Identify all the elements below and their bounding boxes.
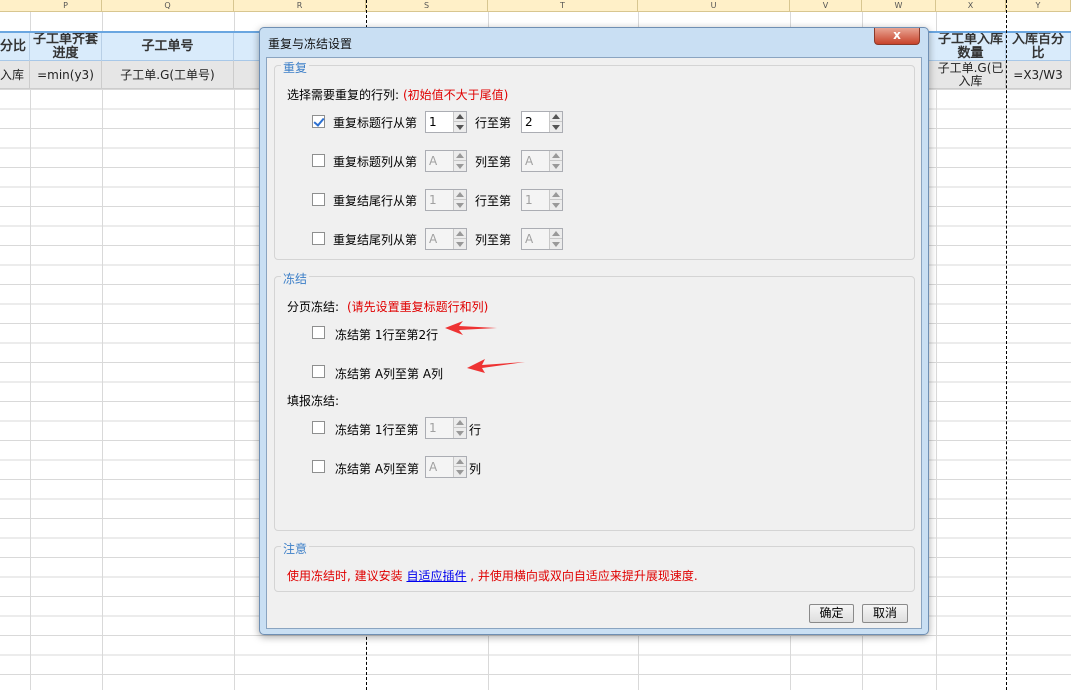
col-letter[interactable]: R [234, 0, 366, 12]
checkbox-page-freeze-rows[interactable] [312, 326, 325, 339]
option-mid-label: 行至第 [475, 116, 512, 130]
page-break-line [1006, 0, 1007, 690]
to-stepper[interactable]: A [521, 228, 563, 250]
from-stepper[interactable]: 1 [425, 189, 467, 211]
col-letter[interactable]: T [488, 0, 638, 12]
option-label: 重复结尾列从第 [333, 233, 418, 247]
fill-freeze-cols-label: 冻结第 A列至第 [335, 462, 420, 476]
repeat-hint: (初始值不大于尾值) [403, 88, 509, 102]
option-mid-label: 列至第 [475, 233, 512, 247]
note-group: 注意 使用冻结时, 建议安装 自适应插件 , 并使用横向或双向自适应来提升展现速… [274, 540, 915, 592]
freeze-group: 冻结 分页冻结: (请先设置重复标题行和列) 冻结第 1行至第2行 冻结第 A列… [274, 270, 915, 531]
table-cell[interactable]: =min(y3) [30, 61, 102, 89]
dialog-title: 重复与冻结设置 [268, 37, 353, 51]
checkbox-repeat-title-rows[interactable] [312, 115, 325, 128]
option-mid-label: 列至第 [475, 155, 512, 169]
checkbox-repeat-tail-rows[interactable] [312, 193, 325, 206]
fill-freeze-rows-label: 冻结第 1行至第 [335, 423, 419, 437]
table-cell[interactable]: 子工单.G(工单号) [102, 61, 234, 89]
to-stepper[interactable]: A [521, 150, 563, 172]
page-freeze-rows-label: 冻结第 1行至第2行 [335, 328, 439, 342]
fill-freeze-cols-suffix: 列 [469, 462, 482, 476]
col-letter[interactable]: W [862, 0, 936, 12]
table-header-cell[interactable]: 入库百分比 [1006, 33, 1071, 61]
dialog-titlebar[interactable]: 重复与冻结设置 x [260, 28, 928, 56]
page-freeze-hint: (请先设置重复标题行和列) [347, 300, 489, 314]
table-cell[interactable]: 入库 [0, 61, 30, 89]
dialog-body: 重复 选择需要重复的行列: (初始值不大于尾值) 重复标题行从第 1 行至第 2… [266, 57, 922, 629]
table-header-cell[interactable]: 子工单齐套进度 [30, 33, 102, 61]
repeat-group: 重复 选择需要重复的行列: (初始值不大于尾值) 重复标题行从第 1 行至第 2… [274, 59, 915, 260]
from-stepper[interactable]: A [425, 228, 467, 250]
col-letter[interactable]: X [936, 0, 1006, 12]
page-freeze-label: 分页冻结: [287, 300, 340, 314]
note-text: 使用冻结时, 建议安装 自适应插件 , 并使用横向或双向自适应来提升展现速度. [287, 569, 698, 583]
fill-freeze-rows-suffix: 行 [469, 423, 482, 437]
col-letter[interactable]: U [638, 0, 790, 12]
fill-freeze-cols-stepper[interactable]: A [425, 456, 467, 478]
checkbox-repeat-title-cols[interactable] [312, 154, 325, 167]
cancel-button[interactable]: 取消 [862, 604, 908, 623]
checkbox-fill-freeze-cols[interactable] [312, 460, 325, 473]
red-arrow-icon [467, 359, 525, 373]
repeat-prompt: 选择需要重复的行列: [287, 88, 400, 102]
page-freeze-cols-label: 冻结第 A列至第 A列 [335, 367, 444, 381]
col-letter[interactable]: Q [102, 0, 234, 12]
checkbox-page-freeze-cols[interactable] [312, 365, 325, 378]
adaptive-plugin-link[interactable]: 自适应插件 [406, 569, 466, 583]
col-letter[interactable]: S [366, 0, 488, 12]
col-letter[interactable]: V [790, 0, 862, 12]
table-header-cell[interactable]: 子工单入库数量 [936, 33, 1006, 61]
option-label: 重复标题行从第 [333, 116, 418, 130]
column-header-row: P Q R S T U V W X Y [0, 0, 1071, 12]
red-arrow-icon [445, 321, 497, 335]
checkbox-repeat-tail-cols[interactable] [312, 232, 325, 245]
table-header-cell[interactable]: 分比 [0, 33, 30, 61]
close-button[interactable]: x [874, 28, 920, 45]
to-stepper[interactable]: 2 [521, 111, 563, 133]
ok-button[interactable]: 确定 [809, 604, 854, 623]
from-stepper[interactable]: A [425, 150, 467, 172]
option-mid-label: 行至第 [475, 194, 512, 208]
checkbox-fill-freeze-rows[interactable] [312, 421, 325, 434]
table-header-cell[interactable]: 子工单号 [102, 33, 234, 61]
option-label: 重复结尾行从第 [333, 194, 418, 208]
from-stepper[interactable]: 1 [425, 111, 467, 133]
note-legend: 注意 [281, 540, 310, 557]
table-cell[interactable]: 子工单.G(已入库 [936, 61, 1006, 89]
repeat-legend: 重复 [281, 59, 310, 76]
col-letter[interactable]: Y [1006, 0, 1071, 12]
fill-freeze-rows-stepper[interactable]: 1 [425, 417, 467, 439]
table-cell[interactable]: =X3/W3 [1006, 61, 1071, 89]
option-label: 重复标题列从第 [333, 155, 418, 169]
to-stepper[interactable]: 1 [521, 189, 563, 211]
col-letter[interactable]: P [30, 0, 102, 12]
fill-freeze-label: 填报冻结: [287, 394, 340, 408]
freeze-legend: 冻结 [281, 270, 310, 287]
repeat-freeze-dialog: 重复与冻结设置 x 重复 选择需要重复的行列: (初始值不大于尾值) 重复标题行… [259, 27, 929, 635]
